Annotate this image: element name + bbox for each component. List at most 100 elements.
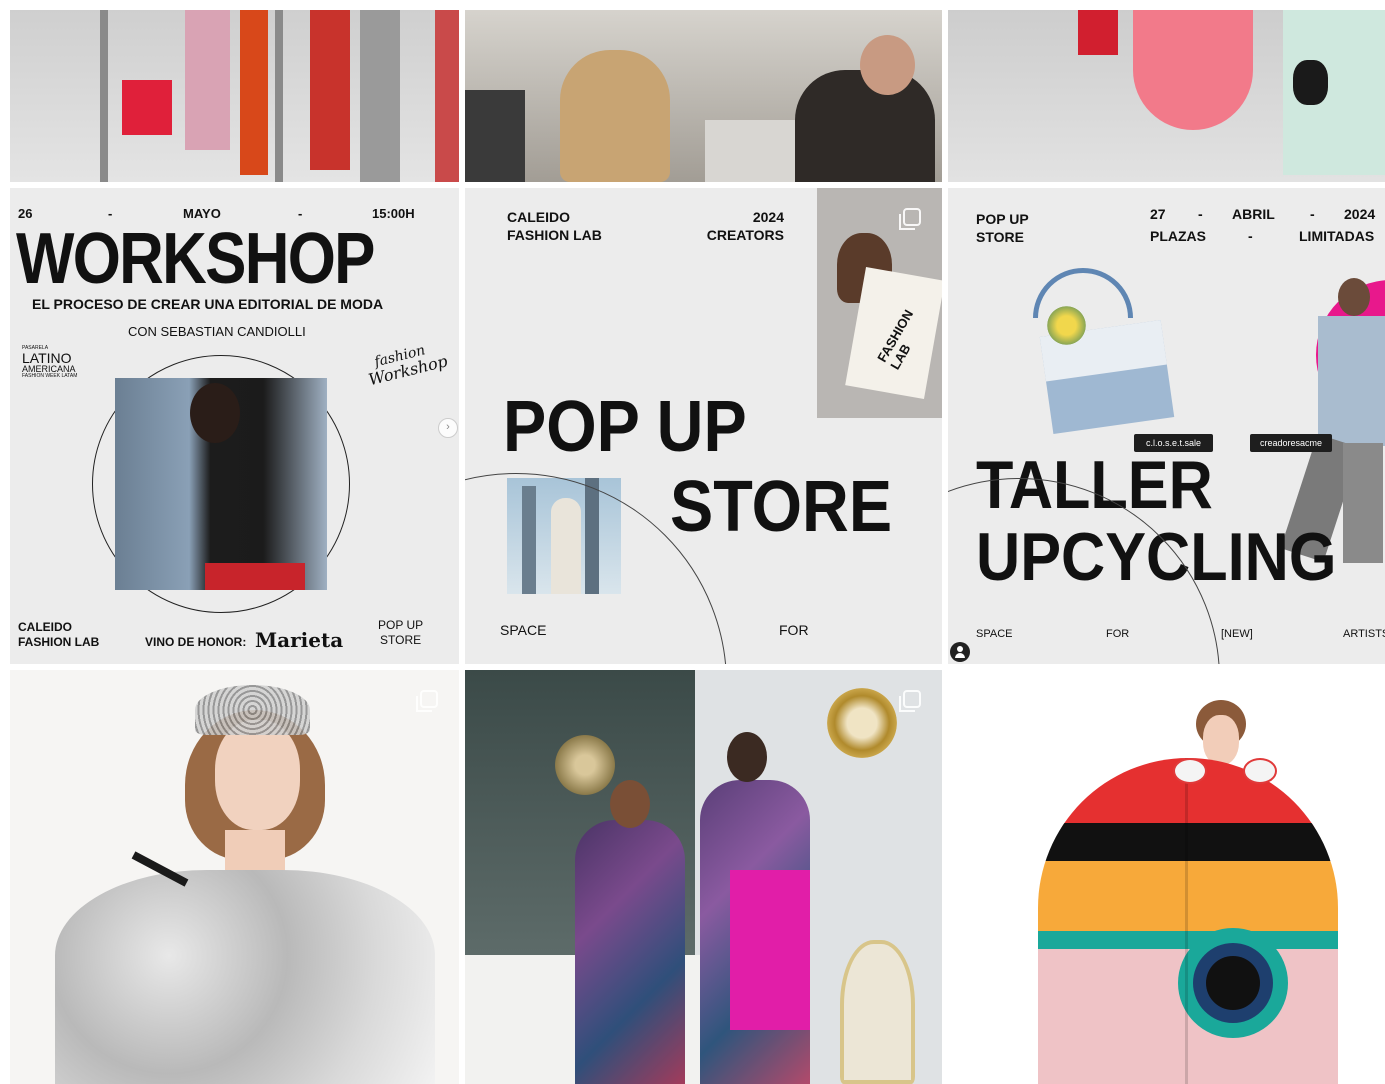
footer-sponsor-marieta: Marieta bbox=[255, 628, 344, 652]
year: 2024 bbox=[752, 209, 784, 225]
gold-mirror-frame bbox=[827, 688, 897, 758]
workshop-subtitle: EL PROCESO DE CREAR UNA EDITORIAL DE MOD… bbox=[32, 296, 384, 312]
footer-word: [NEW] bbox=[1221, 628, 1253, 640]
popup-title-line2: STORE bbox=[670, 467, 893, 547]
crystal-headpiece bbox=[195, 685, 310, 735]
black-glove bbox=[1293, 60, 1328, 105]
event-time: 15:00H bbox=[372, 206, 415, 221]
flowers bbox=[1044, 303, 1089, 348]
dress-center-seam bbox=[1185, 758, 1188, 1084]
footer-word: ARTISTS bbox=[1343, 628, 1385, 640]
footer-line: POP UP bbox=[378, 618, 424, 632]
audience-head-blonde bbox=[560, 50, 670, 182]
rack-pole bbox=[100, 10, 108, 182]
model-left-head bbox=[610, 780, 650, 828]
sequin-gown bbox=[55, 870, 435, 1084]
workshop-title: WORKSHOP bbox=[16, 219, 375, 299]
logo-line: LATINO bbox=[22, 350, 72, 366]
audience-person bbox=[795, 70, 935, 182]
user-head bbox=[957, 646, 963, 652]
ornate-chair bbox=[840, 940, 915, 1084]
footer-word: SPACE bbox=[976, 628, 1013, 640]
post-tile-workshop[interactable]: 26 - MAYO - 15:00H WORKSHOP EL PROCESO D… bbox=[10, 188, 459, 664]
audience-head bbox=[860, 35, 915, 95]
post-tile-taller-upcycling[interactable]: POP UP STORE 27 - ABRIL - 2024 PLAZAS - … bbox=[948, 188, 1385, 664]
red-skirt bbox=[205, 563, 305, 590]
carousel-icon bbox=[899, 208, 921, 230]
garment-red bbox=[310, 10, 350, 170]
logo-line: FASHION WEEK LATAM bbox=[22, 373, 78, 379]
footer-line: CALEIDO bbox=[18, 620, 72, 634]
post-tile-circle-dress[interactable] bbox=[948, 670, 1385, 1084]
grey-trousers bbox=[1343, 443, 1383, 563]
creators: CREATORS bbox=[706, 227, 784, 244]
workshop-presenter: CON SEBASTIAN CANDIOLLI bbox=[128, 324, 306, 339]
date-separator: - bbox=[1310, 206, 1315, 222]
pasarela-logo: PASARELA LATINO AMERICANA FASHION WEEK L… bbox=[22, 346, 102, 379]
tag-line: STORE bbox=[976, 229, 1024, 246]
brand-line: CALEIDO bbox=[507, 209, 570, 225]
date-year: 2024 bbox=[1344, 206, 1376, 222]
footer-for: FOR bbox=[779, 622, 809, 638]
garment-grey bbox=[360, 10, 400, 182]
model-head bbox=[1338, 278, 1370, 316]
denim-jacket bbox=[1318, 316, 1385, 446]
plazas: PLAZAS bbox=[1150, 228, 1206, 244]
footer-popup: POP UP STORE bbox=[378, 618, 423, 648]
post-tile-two-models[interactable] bbox=[465, 670, 942, 1084]
dress-black-core bbox=[1206, 956, 1260, 1010]
model-left-outfit bbox=[575, 820, 685, 1084]
audience-person bbox=[465, 90, 525, 182]
date-separator: - bbox=[1248, 228, 1253, 244]
tag-line: POP UP bbox=[976, 211, 1029, 227]
carousel-icon bbox=[416, 690, 438, 712]
tagged-user-icon[interactable] bbox=[950, 642, 970, 662]
footer-caleido: CALEIDO FASHION LAB bbox=[18, 620, 99, 650]
dress-orange-band bbox=[1038, 861, 1338, 931]
brand-line: FASHION LAB bbox=[507, 227, 602, 244]
date-month: ABRIL bbox=[1232, 206, 1275, 222]
footer-line: STORE bbox=[380, 633, 422, 647]
rack-pole bbox=[275, 10, 283, 182]
footer-word: FOR bbox=[1106, 628, 1130, 640]
wall-red-edge bbox=[435, 10, 459, 182]
tote-bag-photo: FASHION LAB bbox=[817, 188, 942, 418]
red-bag bbox=[1078, 10, 1118, 55]
popup-title-line1: POP UP bbox=[503, 387, 747, 467]
chandelier bbox=[550, 730, 620, 800]
footer-vino: VINO DE HONOR: bbox=[145, 635, 247, 649]
chair bbox=[705, 120, 795, 182]
post-tile-audience[interactable] bbox=[465, 10, 942, 182]
year-creators: 2024 CREATORS bbox=[700, 208, 784, 244]
red-box bbox=[122, 80, 172, 135]
user-tag-creadores[interactable]: creadoresacme bbox=[1250, 434, 1333, 452]
dress-teal-band bbox=[1038, 931, 1338, 949]
model-portrait bbox=[115, 378, 327, 590]
pink-gown bbox=[1133, 10, 1253, 130]
white-shoulder-ruffles bbox=[1243, 758, 1277, 784]
garment-pink bbox=[185, 10, 230, 150]
script-fashion-workshop: fashion Workshop bbox=[363, 339, 449, 389]
garment-orange bbox=[240, 10, 268, 175]
post-tile-runway[interactable] bbox=[948, 10, 1385, 182]
date-separator: - bbox=[1198, 206, 1203, 222]
user-body bbox=[955, 653, 965, 658]
dress-black-band bbox=[1038, 823, 1338, 861]
magenta-skirt bbox=[730, 870, 810, 1030]
model-face bbox=[215, 720, 300, 830]
brand-caleido: CALEIDO FASHION LAB bbox=[507, 208, 602, 244]
footer-line: FASHION LAB bbox=[18, 635, 100, 649]
post-tile-showroom[interactable] bbox=[10, 10, 459, 182]
model-right-head bbox=[727, 732, 767, 782]
date-day: 27 bbox=[1150, 206, 1166, 222]
model-face bbox=[190, 383, 240, 443]
carousel-icon bbox=[899, 690, 921, 712]
carousel-next-icon[interactable]: › bbox=[438, 418, 458, 438]
white-shoulder-ruffles bbox=[1173, 758, 1207, 784]
circular-dress bbox=[1038, 758, 1338, 1084]
limitadas: LIMITADAS bbox=[1299, 228, 1375, 244]
post-tile-popup-store[interactable]: CALEIDO FASHION LAB 2024 CREATORS FASHIO… bbox=[465, 188, 942, 664]
post-tile-sequin-gown[interactable] bbox=[10, 670, 459, 1084]
footer-space: SPACE bbox=[500, 622, 547, 638]
tag-popup-store: POP UP STORE bbox=[976, 210, 1029, 246]
